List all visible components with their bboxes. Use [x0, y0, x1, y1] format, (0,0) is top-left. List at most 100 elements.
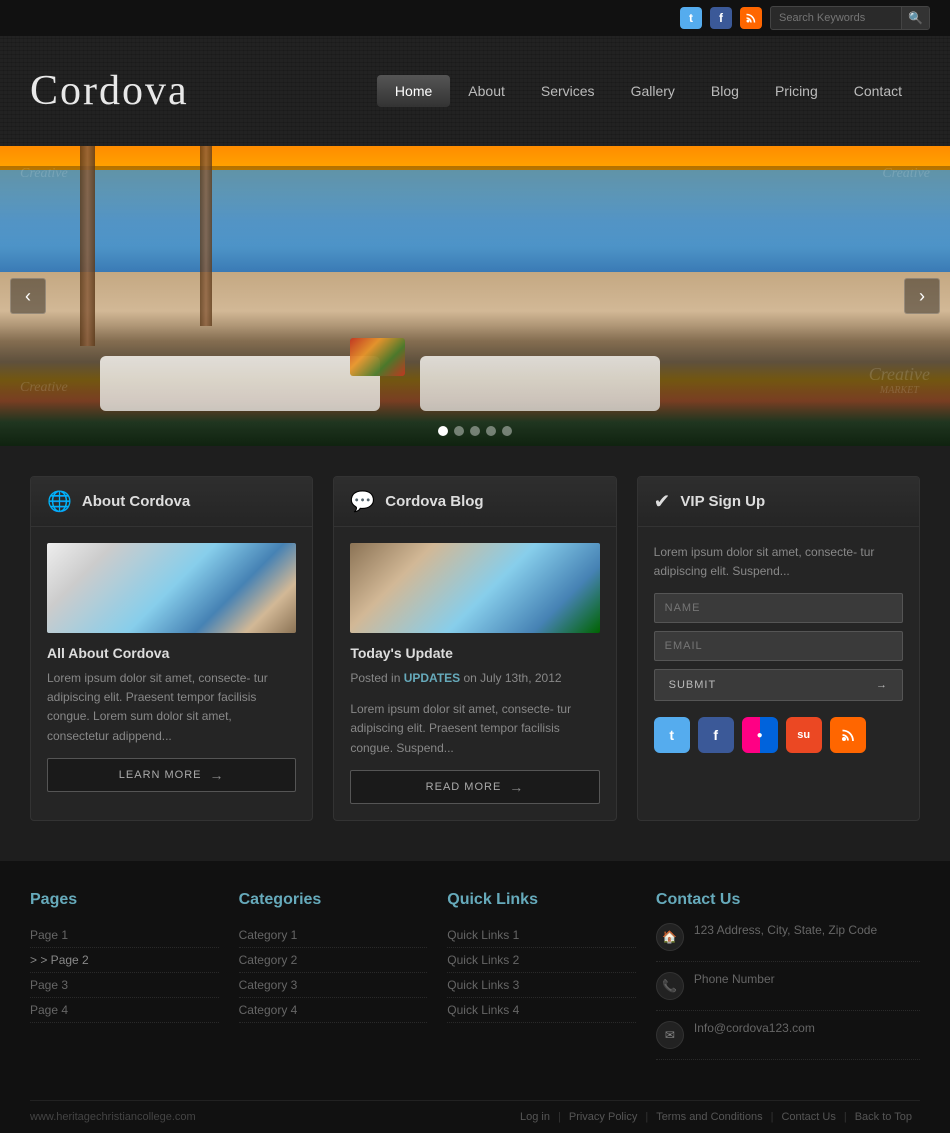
- globe-icon: 🌐: [47, 489, 72, 514]
- about-card-header: 🌐 About Cordova: [31, 477, 312, 527]
- footer-grid: Pages Page 1 > Page 2 Page 3 Page 4 Cate…: [30, 891, 920, 1100]
- blog-card-body: Today's Update Posted in UPDATES on July…: [334, 527, 615, 820]
- arrow-icon: →: [876, 679, 888, 691]
- footer-page-2[interactable]: > Page 2: [30, 948, 219, 973]
- nav-gallery[interactable]: Gallery: [613, 75, 693, 107]
- footer-url: www.heritagechristiancollege.com: [30, 1111, 196, 1123]
- footer-cat-3[interactable]: Category 3: [239, 973, 428, 998]
- footer-cat-4[interactable]: Category 4: [239, 998, 428, 1023]
- vip-card: ✔ VIP Sign Up Lorem ipsum dolor sit amet…: [637, 476, 920, 821]
- footer-categories-title: Categories: [239, 891, 428, 909]
- footer-categories: Categories Category 1 Category 2 Categor…: [239, 891, 428, 1070]
- dot-2[interactable]: [454, 426, 464, 436]
- about-card: 🌐 About Cordova All About Cordova Lorem …: [30, 476, 313, 821]
- nav-services[interactable]: Services: [523, 75, 613, 107]
- twitter-social-icon[interactable]: t: [654, 717, 690, 753]
- search-box[interactable]: 🔍: [770, 6, 930, 30]
- contact-email-item: ✉ Info@cordova123.com: [656, 1021, 920, 1060]
- about-post-title: All About Cordova: [47, 645, 296, 661]
- header: Cordova Home About Services Gallery Blog…: [0, 36, 950, 146]
- blog-post-title: Today's Update: [350, 645, 599, 661]
- footer: Pages Page 1 > Page 2 Page 3 Page 4 Cate…: [0, 861, 950, 1133]
- footer-contact-title: Contact Us: [656, 891, 920, 909]
- footer-ql-1[interactable]: Quick Links 1: [447, 923, 636, 948]
- main-content: 🌐 About Cordova All About Cordova Lorem …: [0, 446, 950, 861]
- arrow-icon: →: [509, 779, 524, 795]
- phone-icon: 📞: [656, 972, 684, 1000]
- blog-post-meta: Posted in UPDATES on July 13th, 2012: [350, 669, 599, 688]
- footer-ql-3[interactable]: Quick Links 3: [447, 973, 636, 998]
- read-more-button[interactable]: READ MORE →: [350, 770, 599, 804]
- footer-link-login[interactable]: Log in: [512, 1111, 558, 1123]
- footer-pages-title: Pages: [30, 891, 219, 909]
- blog-card-title: Cordova Blog: [385, 493, 483, 510]
- dot-3[interactable]: [470, 426, 480, 436]
- vip-name-input[interactable]: [654, 593, 903, 623]
- top-bar: t f 🔍: [0, 0, 950, 36]
- checkmark-icon: ✔: [654, 489, 671, 514]
- stumbleupon-social-icon[interactable]: su: [786, 717, 822, 753]
- logo: Cordova: [30, 67, 377, 115]
- slider-next-button[interactable]: ›: [904, 278, 940, 314]
- footer-page-3[interactable]: Page 3: [30, 973, 219, 998]
- footer-link-privacy[interactable]: Privacy Policy: [561, 1111, 645, 1123]
- vip-card-body: Lorem ipsum dolor sit amet, consecte- tu…: [638, 527, 919, 769]
- vip-email-input[interactable]: [654, 631, 903, 661]
- contact-phone: Phone Number: [694, 972, 775, 986]
- footer-quick-links-title: Quick Links: [447, 891, 636, 909]
- slider-dots: [438, 426, 512, 436]
- dot-5[interactable]: [502, 426, 512, 436]
- footer-cat-1[interactable]: Category 1: [239, 923, 428, 948]
- footer-quick-links: Quick Links Quick Links 1 Quick Links 2 …: [447, 891, 636, 1070]
- footer-page-1[interactable]: Page 1: [30, 923, 219, 948]
- rss-icon-top[interactable]: [740, 7, 762, 29]
- nav-pricing[interactable]: Pricing: [757, 75, 836, 107]
- email-icon: ✉: [656, 1021, 684, 1049]
- footer-contact: Contact Us 🏠 123 Address, City, State, Z…: [656, 891, 920, 1070]
- nav-contact[interactable]: Contact: [836, 75, 920, 107]
- rss-social-icon[interactable]: [830, 717, 866, 753]
- slider-prev-button[interactable]: ‹: [10, 278, 46, 314]
- footer-cat-2[interactable]: Category 2: [239, 948, 428, 973]
- vip-card-title: VIP Sign Up: [680, 493, 765, 510]
- about-card-title: About Cordova: [82, 493, 190, 510]
- footer-link-terms[interactable]: Terms and Conditions: [648, 1111, 770, 1123]
- footer-ql-2[interactable]: Quick Links 2: [447, 948, 636, 973]
- nav-home[interactable]: Home: [377, 75, 450, 107]
- hero-slider: Creative Creative Creative CreativeMARKE…: [0, 146, 950, 446]
- arrow-icon: →: [210, 767, 225, 783]
- search-button[interactable]: 🔍: [901, 6, 929, 30]
- blog-card: 💬 Cordova Blog Today's Update Posted in …: [333, 476, 616, 821]
- nav-about[interactable]: About: [450, 75, 523, 107]
- contact-phone-item: 📞 Phone Number: [656, 972, 920, 1011]
- facebook-social-icon[interactable]: f: [698, 717, 734, 753]
- vip-submit-button[interactable]: SUBMIT →: [654, 669, 903, 701]
- chat-icon: 💬: [350, 489, 375, 514]
- footer-bottom-links: Log in | Privacy Policy | Terms and Cond…: [512, 1111, 920, 1123]
- social-icons-row: t f ● su: [654, 717, 903, 753]
- twitter-icon-top[interactable]: t: [680, 7, 702, 29]
- footer-bottom: www.heritagechristiancollege.com Log in …: [30, 1100, 920, 1133]
- learn-more-button[interactable]: LEARN MORE →: [47, 758, 296, 792]
- vip-card-header: ✔ VIP Sign Up: [638, 477, 919, 527]
- contact-address: 123 Address, City, State, Zip Code: [694, 923, 877, 937]
- home-icon: 🏠: [656, 923, 684, 951]
- blog-thumbnail: [350, 543, 599, 633]
- vip-description: Lorem ipsum dolor sit amet, consecte- tu…: [654, 543, 903, 581]
- about-card-body: All About Cordova Lorem ipsum dolor sit …: [31, 527, 312, 808]
- facebook-icon-top[interactable]: f: [710, 7, 732, 29]
- footer-link-backtotop[interactable]: Back to Top: [847, 1111, 920, 1123]
- blog-card-header: 💬 Cordova Blog: [334, 477, 615, 527]
- nav-blog[interactable]: Blog: [693, 75, 757, 107]
- about-thumbnail: [47, 543, 296, 633]
- footer-page-4[interactable]: Page 4: [30, 998, 219, 1023]
- contact-email: Info@cordova123.com: [694, 1021, 815, 1035]
- about-post-body: Lorem ipsum dolor sit amet, consecte- tu…: [47, 669, 296, 746]
- dot-4[interactable]: [486, 426, 496, 436]
- search-input[interactable]: [771, 12, 901, 24]
- flickr-social-icon[interactable]: ●: [742, 717, 778, 753]
- dot-1[interactable]: [438, 426, 448, 436]
- footer-link-contact[interactable]: Contact Us: [773, 1111, 843, 1123]
- footer-pages: Pages Page 1 > Page 2 Page 3 Page 4: [30, 891, 219, 1070]
- footer-ql-4[interactable]: Quick Links 4: [447, 998, 636, 1023]
